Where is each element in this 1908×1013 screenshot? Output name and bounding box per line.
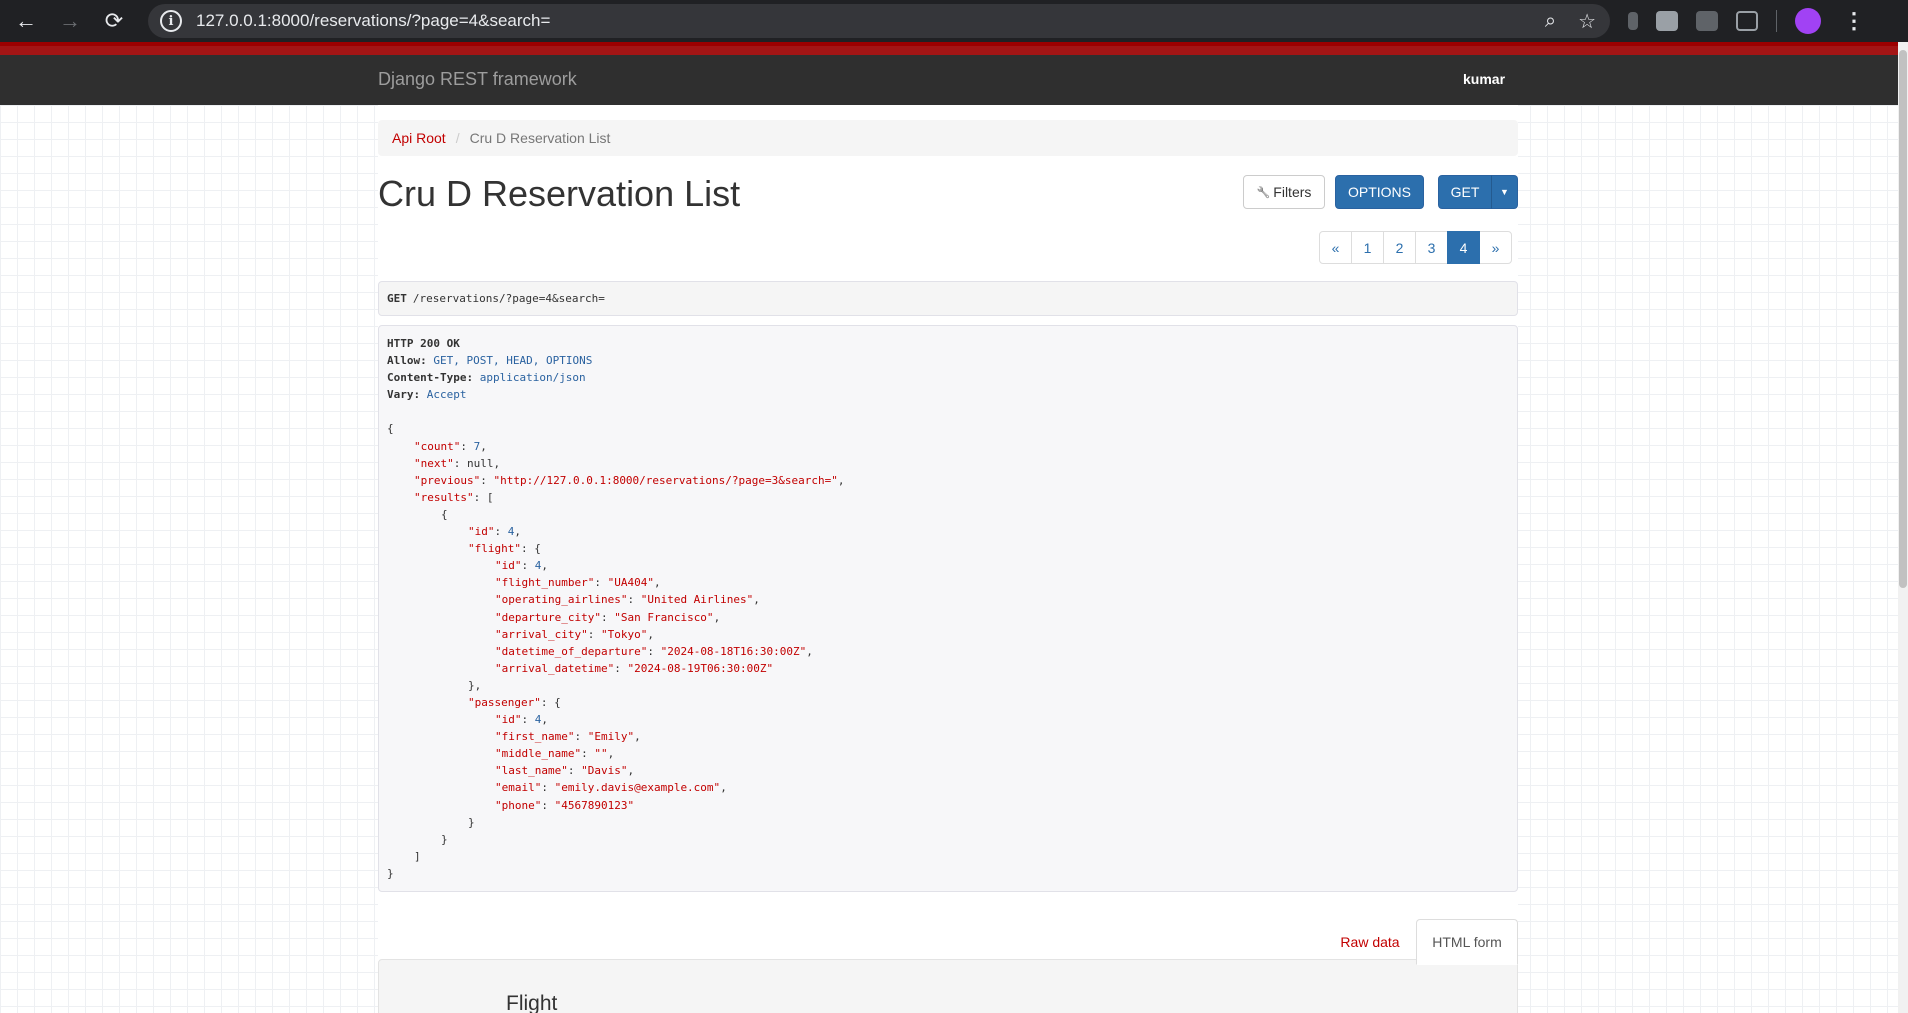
reload-icon[interactable]: ⟳ — [92, 0, 136, 42]
user-menu[interactable]: kumar — [1463, 71, 1505, 87]
json-line: "id": 4, — [495, 713, 548, 727]
pagination-next[interactable]: » — [1479, 231, 1512, 264]
content-container: Api Root / Cru D Reservation List Cru D … — [378, 105, 1518, 1013]
breadcrumb-current: Cru D Reservation List — [469, 130, 611, 146]
json-brace: ] — [414, 849, 421, 863]
get-format-dropdown[interactable]: ▼ — [1491, 175, 1518, 209]
site-info-icon[interactable]: i — [160, 10, 182, 32]
json-brace: } — [441, 832, 448, 846]
json-line: "first_name": "Emily", — [495, 730, 641, 744]
response-header: Allow: GET, POST, HEAD, OPTIONS — [387, 354, 593, 368]
request-path: /reservations/?page=4&search= — [412, 292, 605, 305]
pagination-page-2[interactable]: 2 — [1383, 231, 1416, 264]
page-title: Cru D Reservation List — [378, 173, 741, 214]
back-icon[interactable]: ← — [4, 0, 48, 42]
pagination-page-4[interactable]: 4 — [1447, 231, 1480, 264]
json-line: "departure_city": "San Francisco", — [495, 610, 721, 624]
json-line: "passenger": { — [468, 695, 561, 709]
puzzle-icon[interactable] — [1736, 11, 1758, 31]
json-brace: { — [387, 422, 394, 436]
breadcrumb-api-root[interactable]: Api Root — [392, 130, 446, 146]
response-header: Content-Type: application/json — [387, 371, 586, 385]
json-line: "middle_name": "", — [495, 747, 615, 761]
toolbar-separator — [1776, 10, 1777, 32]
page-scrollbar[interactable] — [1898, 42, 1908, 1013]
browser-toolbar: ← → ⟳ i 127.0.0.1:8000/reservations/?pag… — [0, 0, 1908, 42]
content-tabs: Raw data HTML form — [378, 919, 1518, 965]
options-button[interactable]: OPTIONS — [1335, 175, 1424, 209]
forward-icon[interactable]: → — [48, 0, 92, 42]
extension-icon[interactable] — [1696, 11, 1718, 31]
filters-button[interactable]: 🔧 Filters — [1243, 175, 1325, 209]
breadcrumb: Api Root / Cru D Reservation List — [378, 120, 1518, 156]
json-brace: } — [387, 866, 394, 880]
profile-avatar[interactable] — [1795, 8, 1821, 34]
previous-link[interactable]: "http://127.0.0.1:8000/reservations/?pag… — [493, 474, 837, 487]
json-line: "operating_airlines": "United Airlines", — [495, 593, 760, 607]
url-text[interactable]: 127.0.0.1:8000/reservations/?page=4&sear… — [196, 11, 550, 31]
request-info: GET /reservations/?page=4&search= — [378, 281, 1518, 316]
json-line: "previous": "http://127.0.0.1:8000/reser… — [414, 473, 845, 487]
json-line: "email": "emily.davis@example.com", — [495, 781, 727, 795]
json-line: "flight_number": "UA404", — [495, 576, 661, 590]
json-line: "id": 4, — [495, 559, 548, 573]
extension-icon[interactable] — [1656, 11, 1678, 31]
get-button[interactable]: GET — [1438, 175, 1492, 209]
json-line: "arrival_datetime": "2024-08-19T06:30:00… — [495, 661, 774, 675]
breadcrumb-separator: / — [455, 130, 460, 146]
extensions-area: ⋮ — [1628, 0, 1865, 42]
json-line: "phone": "4567890123" — [495, 798, 635, 812]
address-bar[interactable]: i 127.0.0.1:8000/reservations/?page=4&se… — [148, 4, 1610, 38]
caret-down-icon: ▼ — [1500, 187, 1509, 197]
navbar: Django REST framework kumar — [0, 55, 1898, 105]
json-brace: { — [441, 507, 448, 521]
pagination: « 1 2 3 4 » — [1319, 231, 1512, 264]
bookmark-star-icon[interactable]: ☆ — [1578, 9, 1596, 34]
header-accent-bar — [0, 42, 1898, 55]
filters-label: Filters — [1273, 184, 1312, 200]
json-line: "results": [ — [414, 490, 494, 504]
html-form-panel: Flight — [378, 959, 1518, 1013]
json-line: "next": null, — [414, 456, 501, 470]
tab-raw-data[interactable]: Raw data — [1330, 919, 1410, 964]
pagination-page-1[interactable]: 1 — [1351, 231, 1384, 264]
json-line: "flight": { — [468, 542, 541, 556]
request-method: GET — [387, 292, 407, 305]
json-brace: }, — [468, 678, 482, 692]
json-line: "datetime_of_departure": "2024-08-18T16:… — [495, 644, 813, 658]
zoom-icon[interactable]: ⌕ — [1545, 10, 1556, 33]
response-info: HTTP 200 OK Allow: GET, POST, HEAD, OPTIO… — [378, 325, 1518, 892]
extension-icon[interactable] — [1628, 12, 1638, 30]
json-line: "count": 7, — [414, 439, 487, 453]
pagination-prev[interactable]: « — [1319, 231, 1352, 264]
menu-icon[interactable]: ⋮ — [1843, 8, 1865, 34]
tab-html-form[interactable]: HTML form — [1416, 919, 1518, 965]
brand-link[interactable]: Django REST framework — [378, 69, 577, 90]
pagination-page-3[interactable]: 3 — [1415, 231, 1448, 264]
wrench-icon: 🔧 — [1256, 186, 1271, 199]
json-brace: } — [468, 815, 475, 829]
response-header: Vary: Accept — [387, 388, 467, 402]
scrollbar-thumb[interactable] — [1899, 50, 1907, 588]
json-line: "id": 4, — [468, 525, 521, 539]
form-legend-flight: Flight — [506, 992, 558, 1013]
json-line: "arrival_city": "Tokyo", — [495, 627, 654, 641]
response-status: HTTP 200 OK — [387, 337, 460, 350]
json-line: "last_name": "Davis", — [495, 764, 635, 778]
